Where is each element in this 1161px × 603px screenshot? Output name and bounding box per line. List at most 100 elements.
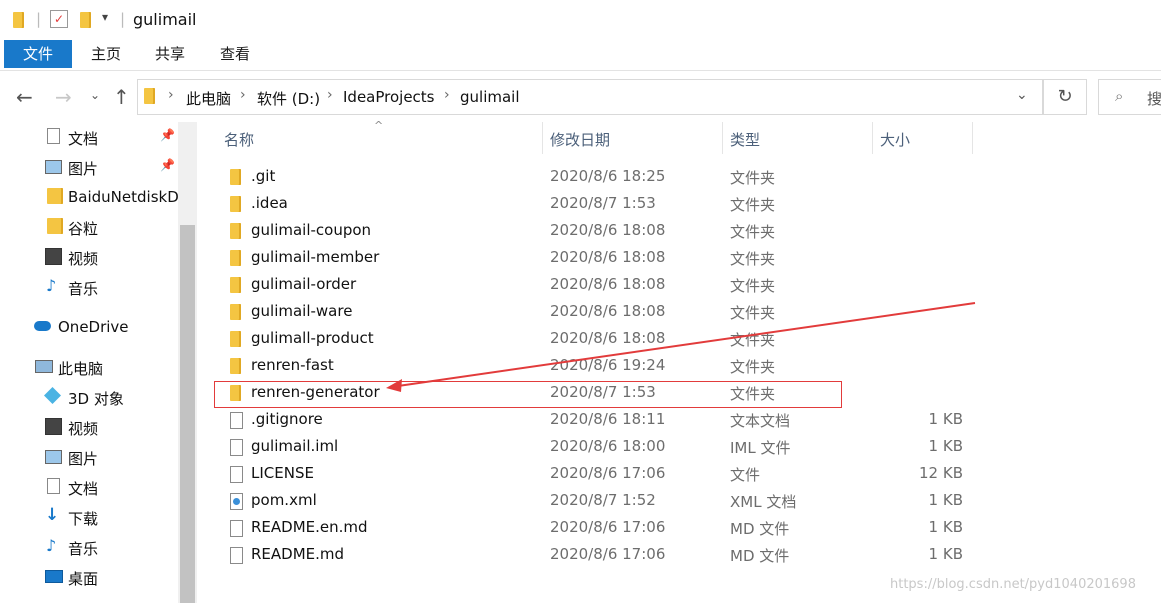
documents-icon	[47, 128, 60, 144]
sidebar-item-label: 视频	[68, 250, 99, 268]
file-date: 2020/8/6 18:08	[550, 275, 666, 293]
file-date: 2020/8/6 18:08	[550, 329, 666, 347]
desktop-icon	[45, 570, 63, 583]
title-bar: | ✓ ▾ | gulimail	[0, 0, 1161, 40]
sidebar-item-onedrive[interactable]: OneDrive	[0, 313, 178, 341]
back-arrow-icon[interactable]: ←	[16, 85, 33, 109]
breadcrumb-drive[interactable]: 软件 (D:)	[257, 88, 320, 109]
file-size: 1 KB	[928, 410, 963, 428]
file-date: 2020/8/6 17:06	[550, 464, 666, 482]
file-icon	[230, 466, 243, 483]
breadcrumb-ideaprojects[interactable]: IdeaProjects	[343, 88, 435, 106]
column-size[interactable]: 大小	[880, 129, 910, 150]
file-row[interactable]: renren-fast 2020/8/6 19:24 文件夹	[198, 352, 1161, 379]
search-input[interactable]: 搜	[1147, 88, 1161, 109]
forward-arrow-icon[interactable]: →	[55, 85, 72, 109]
column-date-modified[interactable]: 修改日期	[550, 129, 610, 150]
sidebar-item-documents-2[interactable]: 文档	[0, 473, 178, 501]
sidebar-item-pictures-2[interactable]: 图片	[0, 443, 178, 471]
sidebar-item-3d-objects[interactable]: 3D 对象	[0, 383, 178, 411]
folder-icon	[230, 304, 241, 320]
breadcrumb-separator-icon[interactable]: ›	[240, 87, 246, 103]
column-type[interactable]: 类型	[730, 129, 760, 150]
sidebar-item-baidunetdisk[interactable]: BaiduNetdiskDo	[0, 183, 178, 211]
file-name: gulimail-order	[251, 275, 357, 293]
file-icon	[230, 439, 243, 456]
this-pc-icon	[35, 360, 53, 373]
tab-file[interactable]: 文件	[4, 40, 72, 68]
sidebar-item-pictures[interactable]: 图片 📌	[0, 153, 178, 181]
column-divider[interactable]	[722, 122, 723, 154]
file-type: 文件夹	[730, 223, 776, 241]
search-box[interactable]: ⌕ 搜	[1098, 79, 1161, 115]
file-name: gulimall-product	[251, 329, 374, 347]
file-type: IML 文件	[730, 439, 791, 457]
up-arrow-icon[interactable]: ↑	[113, 85, 130, 109]
file-row[interactable]: README.md 2020/8/6 17:06 MD 文件 1 KB	[198, 541, 1161, 568]
tab-view[interactable]: 查看	[208, 40, 262, 68]
file-date: 2020/8/6 17:06	[550, 518, 666, 536]
downloads-icon: ↓	[45, 505, 60, 525]
file-name: pom.xml	[251, 491, 317, 509]
file-row[interactable]: gulimail-order 2020/8/6 18:08 文件夹	[198, 271, 1161, 298]
file-row[interactable]: .gitignore 2020/8/6 18:11 文本文档 1 KB	[198, 406, 1161, 433]
breadcrumb-separator-icon[interactable]: ›	[327, 87, 333, 103]
sidebar-item-desktop[interactable]: 桌面	[0, 563, 178, 591]
column-divider[interactable]	[542, 122, 543, 154]
refresh-button[interactable]: ↻	[1043, 79, 1087, 115]
sidebar-item-this-pc[interactable]: 此电脑	[0, 353, 178, 381]
videos-icon	[45, 248, 62, 265]
breadcrumb-separator-icon[interactable]: ›	[444, 87, 450, 103]
sidebar-item-downloads[interactable]: ↓ 下载	[0, 503, 178, 531]
file-size: 12 KB	[919, 464, 963, 482]
sidebar-item-music-2[interactable]: ♪ 音乐	[0, 533, 178, 561]
sidebar-item-documents[interactable]: 文档 📌	[0, 123, 178, 151]
breadcrumb-this-pc[interactable]: 此电脑	[186, 88, 231, 109]
recent-locations-chevron-icon[interactable]: ⌄	[90, 88, 100, 102]
folder-icon	[230, 331, 241, 347]
column-header: ^ 名称 修改日期 类型 大小	[198, 119, 1161, 154]
file-name: .git	[251, 167, 276, 185]
file-date: 2020/8/6 18:11	[550, 410, 666, 428]
sidebar-item-guli[interactable]: 谷粒	[0, 213, 178, 241]
file-row[interactable]: gulimail-ware 2020/8/6 18:08 文件夹	[198, 298, 1161, 325]
file-row[interactable]: gulimall-product 2020/8/6 18:08 文件夹	[198, 325, 1161, 352]
sidebar-item-videos[interactable]: 视频	[0, 243, 178, 271]
properties-icon[interactable]: ✓	[50, 10, 68, 28]
file-row[interactable]: .idea 2020/8/7 1:53 文件夹	[198, 190, 1161, 217]
column-divider[interactable]	[872, 122, 873, 154]
breadcrumb-gulimail[interactable]: gulimail	[460, 88, 520, 106]
folder-icon	[47, 218, 63, 234]
file-row[interactable]: gulimail.iml 2020/8/6 18:00 IML 文件 1 KB	[198, 433, 1161, 460]
folder-icon	[230, 277, 241, 293]
sidebar-item-label: 音乐	[68, 540, 99, 558]
file-row[interactable]: pom.xml 2020/8/7 1:52 XML 文档 1 KB	[198, 487, 1161, 514]
sidebar-item-music[interactable]: ♪ 音乐	[0, 273, 178, 301]
folder-icon	[230, 250, 241, 266]
file-row[interactable]: .git 2020/8/6 18:25 文件夹	[198, 163, 1161, 190]
file-size: 1 KB	[928, 518, 963, 536]
file-row[interactable]: gulimail-member 2020/8/6 18:08 文件夹	[198, 244, 1161, 271]
file-row[interactable]: gulimail-coupon 2020/8/6 18:08 文件夹	[198, 217, 1161, 244]
file-icon	[230, 520, 243, 537]
new-folder-icon[interactable]	[80, 12, 91, 28]
file-name: .idea	[251, 194, 288, 212]
file-date: 2020/8/6 17:06	[550, 545, 666, 563]
sidebar-item-label: 音乐	[68, 280, 99, 298]
sidebar-scrollbar-thumb[interactable]	[180, 225, 195, 603]
file-row[interactable]: LICENSE 2020/8/6 17:06 文件 12 KB	[198, 460, 1161, 487]
column-divider[interactable]	[972, 122, 973, 154]
sidebar-item-videos-2[interactable]: 视频	[0, 413, 178, 441]
navigation-bar: ← → ⌄ ↑ › 此电脑 › 软件 (D:) › IdeaProjects ›…	[0, 71, 1161, 121]
xml-file-icon	[230, 493, 243, 510]
column-name[interactable]: 名称	[224, 129, 254, 150]
customize-toolbar-icon[interactable]: ▾	[102, 10, 108, 24]
breadcrumb-separator-icon[interactable]: ›	[168, 87, 174, 103]
chevron-down-icon[interactable]: ⌄	[1016, 87, 1028, 103]
address-bar[interactable]: › 此电脑 › 软件 (D:) › IdeaProjects › gulimai…	[137, 79, 1043, 115]
navigation-pane: 文档 📌 图片 📌 BaiduNetdiskDo 谷粒 视频 ♪ 音乐 OneD…	[0, 122, 178, 603]
tab-home[interactable]: 主页	[80, 40, 132, 68]
file-row[interactable]: README.en.md 2020/8/6 17:06 MD 文件 1 KB	[198, 514, 1161, 541]
sidebar-item-label: 文档	[68, 480, 99, 498]
tab-share[interactable]: 共享	[144, 40, 196, 68]
